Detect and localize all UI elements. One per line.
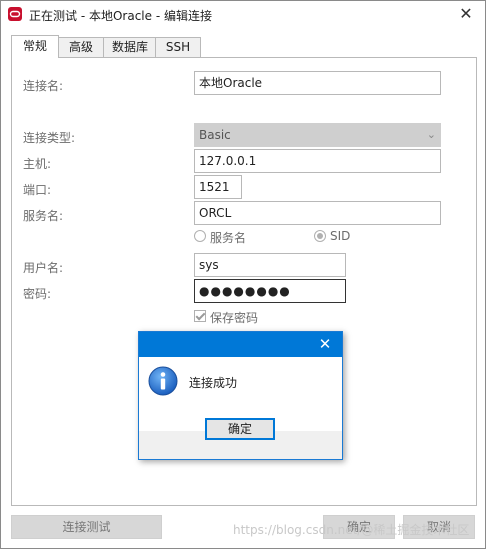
dialog-message: 连接成功 bbox=[189, 376, 238, 390]
password-label: 密码: bbox=[23, 287, 52, 301]
dialog-ok-button[interactable]: 确定 bbox=[205, 418, 275, 440]
port-input[interactable]: 1521 bbox=[194, 175, 242, 199]
edit-connection-window: 正在测试 - 本地Oracle - 编辑连接 ✕ 常规 高级 数据库 SSH 连… bbox=[0, 0, 486, 549]
oracle-app-icon bbox=[8, 7, 22, 21]
radio-sid-label: SID bbox=[330, 229, 351, 243]
user-label: 用户名: bbox=[23, 261, 64, 275]
radio-service-name[interactable] bbox=[194, 230, 206, 242]
save-password-label: 保存密码 bbox=[210, 311, 259, 325]
tab-database[interactable]: 数据库 bbox=[103, 37, 157, 57]
conn-type-label: 连接类型: bbox=[23, 131, 76, 145]
tab-ssh[interactable]: SSH bbox=[155, 37, 201, 57]
test-connection-button[interactable]: 连接测试 bbox=[11, 515, 162, 539]
dialog-close-icon[interactable]: ✕ bbox=[316, 334, 334, 354]
password-input[interactable]: ●●●●●●●● bbox=[194, 279, 346, 303]
watermark-text: https://blog.csdn.net/@稀土掘金技术社区 bbox=[233, 523, 470, 537]
service-input[interactable]: ORCL bbox=[194, 201, 441, 225]
dialog-title-bar: ✕ bbox=[139, 332, 342, 357]
title-bar: 正在测试 - 本地Oracle - 编辑连接 ✕ bbox=[1, 1, 485, 27]
conn-name-label: 连接名: bbox=[23, 79, 64, 93]
save-password-checkbox[interactable] bbox=[194, 310, 206, 322]
tab-advanced[interactable]: 高级 bbox=[57, 37, 105, 57]
radio-sid[interactable] bbox=[314, 230, 326, 242]
conn-name-input[interactable]: 本地Oracle bbox=[194, 71, 441, 95]
conn-type-select[interactable]: Basic ⌄ bbox=[194, 123, 441, 147]
chevron-down-icon: ⌄ bbox=[426, 128, 436, 141]
window-title: 正在测试 - 本地Oracle - 编辑连接 bbox=[29, 9, 212, 23]
dialog-body: 连接成功 bbox=[139, 357, 342, 459]
radio-service-name-label: 服务名 bbox=[210, 231, 247, 245]
info-icon bbox=[148, 366, 178, 396]
host-label: 主机: bbox=[23, 157, 52, 171]
success-dialog: ✕ 连接成功 确定 bbox=[138, 331, 343, 460]
service-label: 服务名: bbox=[23, 209, 64, 223]
user-input[interactable]: sys bbox=[194, 253, 346, 277]
window-close-icon[interactable]: ✕ bbox=[455, 4, 477, 24]
conn-type-value: Basic bbox=[199, 128, 231, 142]
tab-general[interactable]: 常规 bbox=[11, 35, 59, 58]
host-input[interactable]: 127.0.0.1 bbox=[194, 149, 441, 173]
port-label: 端口: bbox=[23, 183, 52, 197]
